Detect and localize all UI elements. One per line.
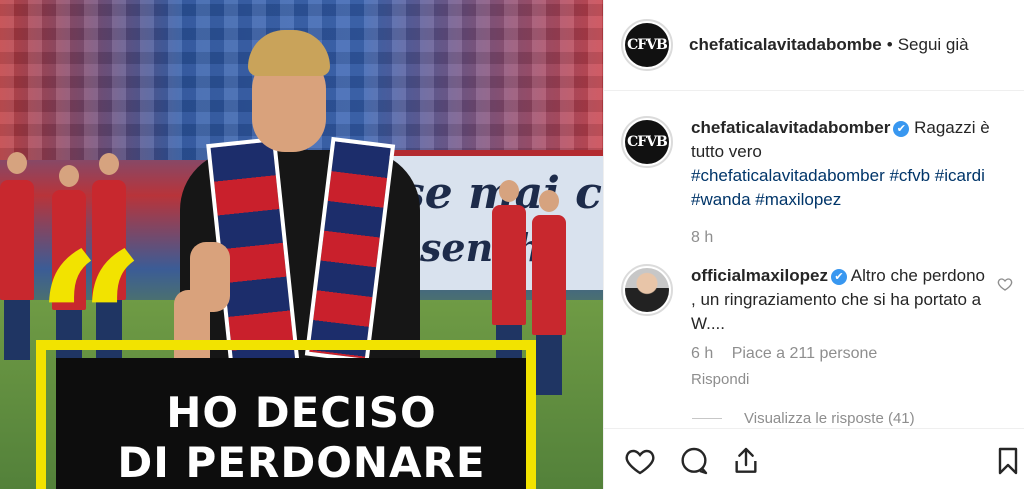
action-bar [604,428,1024,489]
avatar-logo: CFVB [625,120,669,164]
background-player [492,205,526,385]
caption-time[interactable]: 8 h [691,229,713,246]
background-player-head [59,165,79,187]
caption-avatar[interactable]: CFVB [621,116,673,168]
headline-line1: HO DECISO [166,388,437,437]
comment-body: officialmaxilopez ✔ Altro che perdono , u… [691,264,991,392]
header-separator: • [886,35,893,54]
background-player-head [499,180,519,202]
verified-icon: ✔ [830,269,847,285]
caption: CFVB chefaticalavitadabomber ✔ Ragazzi è … [621,116,1016,250]
comment-item: officialmaxilopez ✔ Altro che perdono , u… [621,264,1016,392]
view-replies[interactable]: Visualizza le risposte (41) [692,410,915,427]
verified-icon: ✔ [893,121,910,137]
share-icon[interactable] [730,445,762,477]
caption-body: chefaticalavitadabomber ✔ Ragazzi è tutto… [691,116,991,250]
view-replies-label[interactable]: Visualizza le risposte (41) [744,410,915,427]
avatar-photo [625,268,669,312]
comment-username[interactable]: officialmaxilopez [691,266,828,285]
comment-icon[interactable] [678,445,710,477]
bookmark-icon[interactable] [992,445,1024,477]
reply-button[interactable]: Rispondi [691,368,991,392]
heart-icon[interactable] [624,445,656,477]
comment-meta: 6 h Piace a 211 persone [691,342,991,366]
player-hair [248,30,330,76]
background-player [0,180,34,360]
background-player [532,215,566,395]
thumbs-up-hand [190,242,230,312]
headline: HO DECISO DI PERDONARE [0,388,603,488]
background-player-head [99,153,119,175]
replies-divider [692,418,722,419]
post-header: CFVB chefaticalavitadabombe • Segui già [604,0,1024,91]
comment-time[interactable]: 6 h [691,345,713,362]
background-player-head [7,152,27,174]
account-avatar[interactable]: CFVB [621,19,673,71]
post-image[interactable]: se mai c senzh “ HO DECISO DI PERDONARE [0,0,603,489]
caption-meta: 8 h [691,226,991,250]
post-side-panel: CFVB chefaticalavitadabombe • Segui già … [603,0,1024,489]
comment-likes[interactable]: Piace a 211 persone [732,345,878,362]
background-player-head [539,190,559,212]
following-button[interactable]: Segui già [898,35,969,55]
caption-username[interactable]: chefaticalavitadabomber [691,118,890,137]
comment-avatar[interactable] [621,264,673,316]
comments-section[interactable]: CFVB chefaticalavitadabomber ✔ Ragazzi è … [604,92,1024,428]
heart-outline-small-icon[interactable] [997,276,1013,297]
header-username[interactable]: chefaticalavitadabombe [689,35,882,55]
avatar-logo: CFVB [625,23,669,67]
caption-hashtags[interactable]: #chefaticalavitadabomber #cfvb #icardi #… [691,164,991,212]
headline-line2: DI PERDONARE [117,438,486,487]
